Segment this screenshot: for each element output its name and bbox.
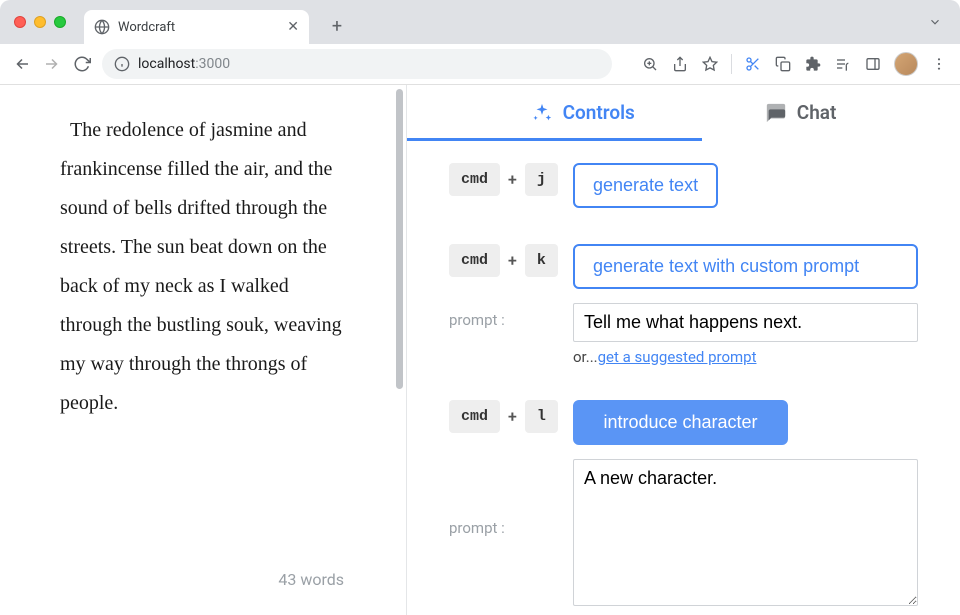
control-introduce-character: cmd + l introduce character (449, 400, 918, 445)
editor-pane: The redolence of jasmine and frankincens… (0, 85, 394, 615)
key-mod: cmd (449, 244, 500, 277)
key-mod: cmd (449, 163, 500, 196)
sparkle-icon (531, 102, 553, 124)
word-count: 43 words (278, 570, 354, 595)
key-letter: k (525, 244, 558, 277)
extensions-icon[interactable] (804, 55, 822, 73)
minimize-window-icon[interactable] (34, 16, 46, 28)
controls-body: cmd + j generate text cmd + k generate t… (407, 141, 960, 615)
suggested-prompt-hint: or...get a suggested prompt (573, 348, 918, 366)
scrollbar-thumb[interactable] (396, 89, 403, 389)
character-prompt-row: prompt : (449, 459, 918, 606)
tab-controls-label: Controls (563, 101, 635, 124)
forward-button[interactable] (42, 54, 62, 74)
shortcut: cmd + k (449, 244, 561, 277)
browser-tab[interactable]: Wordcraft ✕ (84, 10, 309, 44)
introduce-character-button[interactable]: introduce character (573, 400, 788, 445)
copy-icon[interactable] (774, 55, 792, 73)
generate-text-button[interactable]: generate text (573, 163, 718, 208)
plus-icon: + (508, 407, 517, 426)
tab-chat[interactable]: Chat (765, 101, 837, 138)
reload-button[interactable] (72, 54, 92, 74)
key-letter: j (525, 163, 558, 196)
tab-chat-label: Chat (797, 101, 837, 124)
share-icon[interactable] (671, 55, 689, 73)
custom-prompt-row: prompt : or...get a suggested prompt (449, 303, 918, 366)
address-bar[interactable]: localhost:3000 (102, 49, 612, 79)
avatar[interactable] (894, 52, 918, 76)
tab-bar: Wordcraft ✕ + (0, 0, 960, 44)
prompt-label: prompt : (449, 459, 561, 537)
control-generate-text: cmd + j generate text (449, 163, 918, 208)
browser-toolbar: localhost:3000 (0, 44, 960, 85)
key-letter: l (525, 400, 558, 433)
key-mod: cmd (449, 400, 500, 433)
sidepanel-icon[interactable] (864, 55, 882, 73)
new-tab-button[interactable]: + (323, 16, 351, 37)
custom-prompt-input[interactable] (573, 303, 918, 342)
scissors-icon[interactable] (744, 55, 762, 73)
tabs-row: Controls Chat (407, 85, 960, 138)
back-button[interactable] (12, 54, 32, 74)
zoom-icon[interactable] (641, 55, 659, 73)
character-prompt-input[interactable] (573, 459, 918, 606)
window-controls (14, 16, 66, 28)
app-content: The redolence of jasmine and frankincens… (0, 85, 960, 615)
tab-title: Wordcraft (118, 20, 175, 35)
url-text: localhost:3000 (138, 56, 230, 72)
plus-icon: + (508, 170, 517, 189)
suggested-prompt-link[interactable]: get a suggested prompt (598, 348, 757, 366)
prompt-label: prompt : (449, 303, 561, 329)
chat-icon (765, 102, 787, 124)
kebab-menu-icon[interactable] (930, 55, 948, 73)
story-text[interactable]: The redolence of jasmine and frankincens… (60, 111, 354, 423)
control-custom-prompt: cmd + k generate text with custom prompt (449, 244, 918, 289)
shortcut: cmd + l (449, 400, 561, 433)
plus-icon: + (508, 251, 517, 270)
shortcut: cmd + j (449, 163, 561, 196)
globe-icon (94, 19, 110, 35)
toolbar-right (641, 52, 948, 76)
star-icon[interactable] (701, 55, 719, 73)
chevron-down-icon[interactable] (928, 15, 942, 29)
maximize-window-icon[interactable] (54, 16, 66, 28)
info-icon (114, 56, 130, 72)
browser-chrome: Wordcraft ✕ + localhost:3000 (0, 0, 960, 85)
playlist-icon[interactable] (834, 55, 852, 73)
scrollbar[interactable] (394, 85, 406, 615)
tab-controls[interactable]: Controls (531, 101, 635, 138)
controls-pane: Controls Chat cmd + j generate text (406, 85, 960, 615)
generate-custom-button[interactable]: generate text with custom prompt (573, 244, 918, 289)
close-window-icon[interactable] (14, 16, 26, 28)
close-tab-icon[interactable]: ✕ (287, 19, 299, 35)
